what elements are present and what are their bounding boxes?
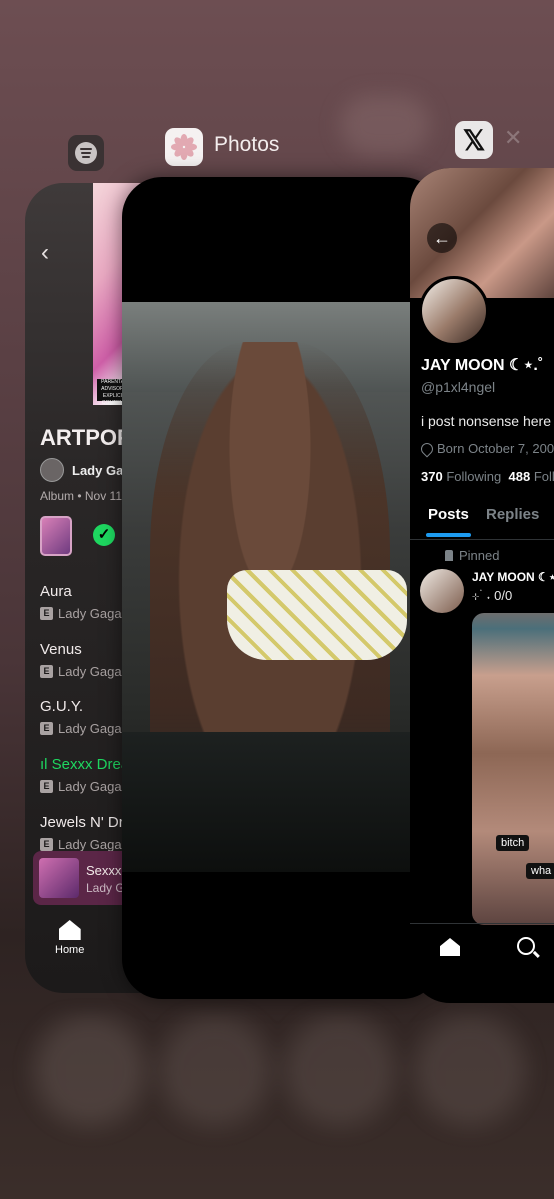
profile-tabs: Posts Replies [410,503,554,540]
background-blur [340,95,430,155]
track-artist: Lady Gaga, [58,837,126,852]
album-title: ARTPOP [40,425,132,450]
profile-name: JAY MOON ☾⋆.˚ [421,357,544,374]
flower-icon [171,134,197,160]
profile-birthday: Born October 7, 2000 [418,440,554,457]
profile-avatar[interactable] [419,276,489,346]
saved-check-icon[interactable]: ✓ [93,524,115,546]
post-media[interactable]: bitch wha [472,613,554,925]
explicit-icon: E [40,665,53,678]
media-caption: wha [526,863,554,879]
photo-detail [227,570,407,660]
photo-image [122,302,412,872]
profile-bio: i post nonsense here [421,413,551,429]
x-title-faded-icon: ✕ [504,125,523,150]
post-author: JAY MOON ☾⋆.˚ [472,570,554,584]
followers-label: Followers [533,469,554,484]
nav-home[interactable]: Home [55,920,84,956]
track-name: Aura [40,583,72,600]
media-caption: bitch [496,835,530,851]
explicit-icon: E [40,722,53,735]
track-artist: Lady Gaga [58,606,122,621]
following-count: 370 [421,469,443,484]
album-preview-thumb[interactable] [40,516,72,556]
back-icon[interactable]: ‹ [41,239,49,267]
artist-avatar [40,458,64,482]
explicit-icon: E [40,780,53,793]
spotify-logo-icon [75,142,97,164]
x-app-card[interactable]: ← JAY MOON ☾⋆.˚ @p1xl4ngel i post nonsen… [410,168,554,1003]
photos-app-icon[interactable] [165,128,203,166]
pinned-indicator: Pinned [445,548,499,563]
x-logo-icon: 𝕏 [462,124,486,156]
equalizer-icon: ıl [40,756,52,773]
track-name: G.U.Y. [40,698,84,715]
tab-replies[interactable]: Replies [486,506,539,523]
location-pin-icon [418,440,436,457]
birthday-text: Born October 7, 2000 [437,441,554,456]
track-artist: Lady Gaga [58,664,122,679]
photos-app-card[interactable] [122,177,442,999]
pinned-label: Pinned [459,548,500,563]
back-arrow-icon[interactable]: ← [427,223,457,253]
track-name: Venus [40,641,82,658]
explicit-icon: E [40,607,53,620]
nav-home-label: Home [55,944,85,956]
followers-count: 488 [508,469,531,484]
photos-app-title: Photos [214,133,280,156]
follow-stats[interactable]: 370 Following 488 Followers [421,469,554,484]
following-label: Following [446,469,502,484]
post-text: ⊹ ࣪ ˖ 0/0 [472,588,513,603]
album-meta: Album • Nov 11 [40,489,123,503]
now-playing-cover [39,858,79,898]
home-icon [58,920,81,940]
track-row[interactable]: G.U.Y. E Lady Gaga [40,698,122,736]
profile-handle: @p1xl4ngel [421,379,496,395]
track-row[interactable]: Aura E Lady Gaga [40,583,122,621]
home-icon[interactable] [440,938,460,956]
tab-posts[interactable]: Posts [426,506,471,537]
search-icon[interactable] [517,937,535,955]
track-artist: Lady Gaga [58,779,122,794]
x-app-icon[interactable]: 𝕏 [455,121,493,159]
pin-icon [445,550,453,561]
post-avatar[interactable] [420,569,464,613]
track-row[interactable]: Venus E Lady Gaga [40,641,122,679]
track-artist: Lady Gaga [58,721,122,736]
explicit-icon: E [40,838,53,851]
dock-blur [0,1010,554,1199]
spotify-app-icon[interactable] [68,135,104,171]
bottom-nav [410,923,554,1003]
